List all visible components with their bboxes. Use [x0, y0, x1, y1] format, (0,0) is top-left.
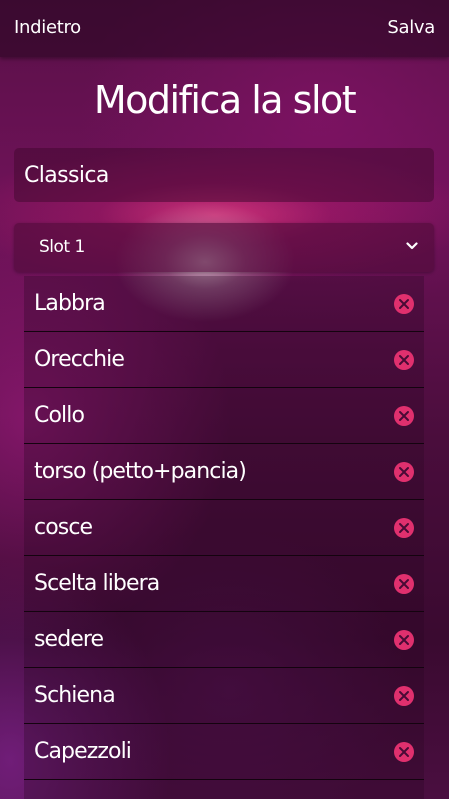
- list-item-label: Labbra: [34, 291, 106, 316]
- slot-select-value: Slot 1: [39, 237, 85, 257]
- body-part-list: Labbra Orecchie Collo torso (petto+panci…: [24, 276, 424, 799]
- list-item[interactable]: Capezzoli: [24, 724, 424, 780]
- remove-circle-icon[interactable]: [394, 462, 414, 482]
- remove-circle-icon[interactable]: [394, 518, 414, 538]
- list-item-label: torso (petto+pancia): [34, 459, 247, 484]
- remove-circle-icon[interactable]: [394, 630, 414, 650]
- save-button[interactable]: Salva: [387, 17, 435, 38]
- list-item-label: sedere: [34, 627, 104, 652]
- list-item-label: Scelta libera: [34, 571, 160, 596]
- list-item[interactable]: [24, 780, 424, 799]
- remove-circle-icon[interactable]: [394, 294, 414, 314]
- list-item-label: Capezzoli: [34, 739, 132, 764]
- list-item[interactable]: Labbra: [24, 276, 424, 332]
- list-item-label: Collo: [34, 403, 85, 428]
- list-item[interactable]: Scelta libera: [24, 556, 424, 612]
- remove-circle-icon[interactable]: [394, 406, 414, 426]
- chevron-down-icon: [406, 242, 418, 250]
- list-item-label: Orecchie: [34, 347, 125, 372]
- top-bar: Indietro Salva: [0, 0, 449, 57]
- list-item[interactable]: Collo: [24, 388, 424, 444]
- remove-circle-icon[interactable]: [394, 574, 414, 594]
- remove-circle-icon[interactable]: [394, 350, 414, 370]
- remove-circle-icon[interactable]: [394, 686, 414, 706]
- slot-select[interactable]: Slot 1: [14, 223, 434, 272]
- list-item-label: Schiena: [34, 683, 116, 708]
- slot-name-input[interactable]: [14, 148, 434, 202]
- list-item[interactable]: cosce: [24, 500, 424, 556]
- list-item[interactable]: sedere: [24, 612, 424, 668]
- remove-circle-icon[interactable]: [394, 742, 414, 762]
- list-item[interactable]: Orecchie: [24, 332, 424, 388]
- list-item-label: cosce: [34, 515, 93, 540]
- page-title: Modifica la slot: [93, 78, 357, 122]
- list-item[interactable]: torso (petto+pancia): [24, 444, 424, 500]
- back-button[interactable]: Indietro: [14, 17, 81, 38]
- list-item[interactable]: Schiena: [24, 668, 424, 724]
